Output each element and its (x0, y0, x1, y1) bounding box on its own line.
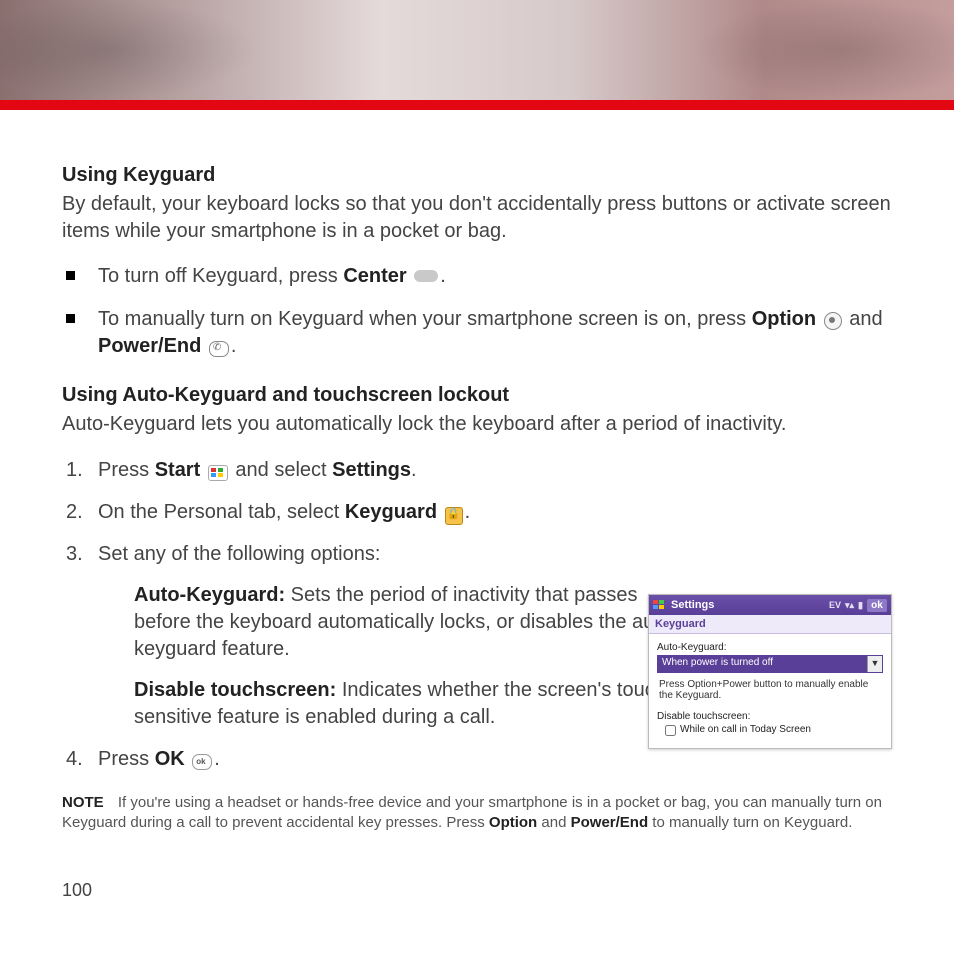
disable-touchscreen-checkbox-row[interactable]: While on call in Today Screen (665, 724, 883, 736)
banner-image (0, 0, 954, 100)
key-option: Option (752, 308, 816, 330)
keyguard-lock-icon (445, 507, 463, 525)
start-flag-icon[interactable] (653, 599, 667, 611)
bullet-turn-off-keyguard: To turn off Keyguard, press Center . (62, 263, 892, 290)
keyguard-settings-screenshot: Settings EV ▾▴ ▮ ok Keyguard Auto-Keygua… (648, 594, 892, 749)
auto-keyguard-select-value: When power is turned off (658, 656, 867, 672)
section1-title: Using Keyguard (62, 164, 892, 187)
chevron-down-icon[interactable]: ▼ (867, 656, 882, 672)
note-paragraph: NOTE If you're using a headset or hands-… (62, 793, 892, 834)
key-start: Start (155, 459, 201, 481)
disable-touchscreen-checkbox[interactable] (665, 725, 676, 736)
text: and select (235, 459, 332, 481)
start-flag-icon (208, 465, 228, 481)
text: Set any of the following options: (98, 543, 380, 565)
label: Auto-Keyguard: (134, 584, 285, 606)
text: . (465, 501, 471, 523)
page-number: 100 (62, 880, 892, 901)
auto-keyguard-label: Auto-Keyguard: (657, 642, 883, 653)
dialog-ok-button[interactable]: ok (867, 599, 887, 612)
text: . (214, 748, 220, 770)
signal-icon: ▾▴ (845, 600, 854, 611)
text: To manually turn on Keyguard when your s… (98, 308, 752, 330)
text: . (231, 335, 237, 357)
checkbox-label: While on call in Today Screen (680, 724, 811, 735)
key-settings: Settings (332, 459, 411, 481)
text: to manually turn on Keyguard. (652, 814, 852, 831)
disable-touchscreen-label: Disable touchscreen: (657, 711, 883, 722)
key-option: Option (489, 814, 537, 831)
step-2: On the Personal tab, select Keyguard . (62, 498, 892, 526)
text: . (411, 459, 417, 481)
bullet-turn-on-keyguard: To manually turn on Keyguard when your s… (62, 306, 892, 360)
ok-button-icon (192, 754, 212, 770)
step-1: Press Start and select Settings. (62, 456, 892, 484)
section2-title: Using Auto-Keyguard and touchscreen lock… (62, 384, 892, 407)
text: and (849, 308, 882, 330)
text: To turn off Keyguard, press (98, 265, 343, 287)
dialog-title: Settings (671, 599, 714, 611)
key-center: Center (343, 265, 406, 287)
key-keyguard: Keyguard (345, 501, 437, 523)
battery-icon: ▮ (858, 600, 863, 611)
banner-accent-stripe (0, 100, 954, 110)
dialog-hint: Press Option+Power button to manually en… (659, 679, 881, 701)
text: Press (98, 748, 155, 770)
step-4: Press OK . (62, 745, 892, 773)
power-end-icon (209, 341, 229, 357)
label: Disable touchscreen: (134, 679, 336, 701)
text: and (541, 814, 570, 831)
section1-bullets: To turn off Keyguard, press Center . To … (62, 263, 892, 360)
auto-keyguard-select[interactable]: When power is turned off ▼ (657, 655, 883, 673)
option-auto-keyguard: Auto-Keyguard: Sets the period of inacti… (134, 582, 694, 663)
key-ok: OK (155, 748, 185, 770)
section1-intro: By default, your keyboard locks so that … (62, 191, 892, 245)
option-key-icon (824, 312, 842, 330)
text: Press (98, 459, 155, 481)
network-ev-icon: EV (829, 600, 841, 610)
section2-intro: Auto-Keyguard lets you automatically loc… (62, 411, 892, 438)
text: . (440, 265, 446, 287)
center-key-icon (414, 270, 438, 282)
dialog-titlebar: Settings EV ▾▴ ▮ ok (649, 595, 891, 615)
status-icons: EV ▾▴ ▮ (829, 600, 863, 611)
key-power-end: Power/End (98, 335, 201, 357)
dialog-body: Auto-Keyguard: When power is turned off … (649, 634, 891, 748)
text: On the Personal tab, select (98, 501, 345, 523)
key-power-end: Power/End (571, 814, 649, 831)
option-disable-touchscreen: Disable touchscreen: Indicates whether t… (134, 677, 694, 731)
note-label: NOTE (62, 794, 104, 811)
dialog-header: Keyguard (649, 615, 891, 634)
